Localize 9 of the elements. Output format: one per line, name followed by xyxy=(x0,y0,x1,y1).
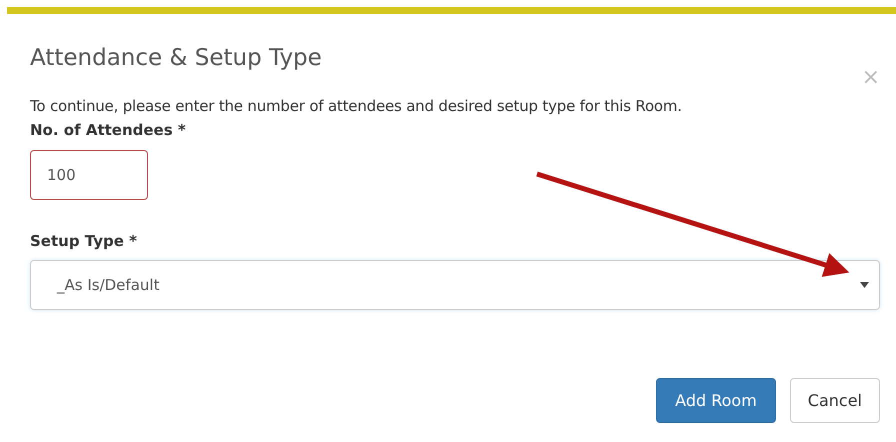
field-label: No. of Attendees * xyxy=(30,120,187,142)
cancel-button[interactable]: Cancel xyxy=(790,378,880,424)
attendees-field[interactable]: 100 xyxy=(30,150,148,200)
caret-icon xyxy=(860,282,869,288)
dialog-title: Attendance & Setup Type xyxy=(30,45,323,73)
add-room-button[interactable]: Add Room xyxy=(656,378,776,424)
instruction-text: To continue, please enter the number of attendees and desired setup type for this Room. xyxy=(30,96,683,117)
setup-type-dropdown[interactable]: _As Is/Default xyxy=(30,260,880,310)
field-label: Setup Type * xyxy=(30,230,138,252)
